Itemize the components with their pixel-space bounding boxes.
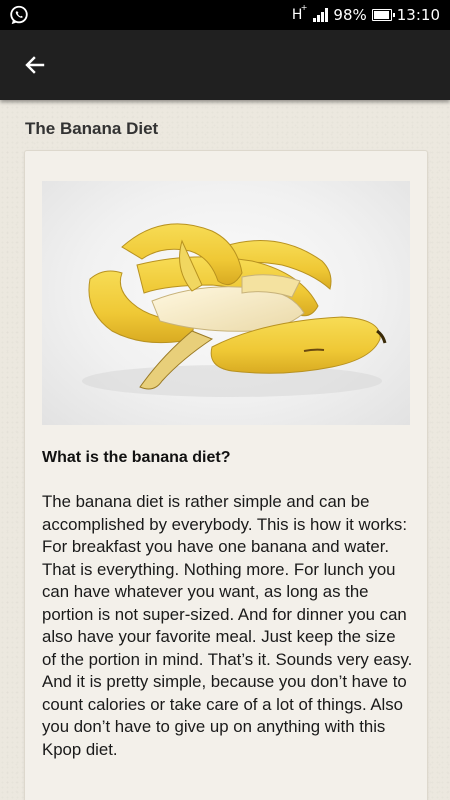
article-card: What is the banana diet? The banana diet… (24, 150, 428, 800)
clock: 13:10 (396, 6, 440, 24)
arrow-left-icon (25, 56, 45, 74)
signal-icon (313, 8, 329, 22)
status-bar: H + 98% 13:10 (0, 0, 450, 30)
bananas-photo (42, 181, 410, 425)
bananas-illustration (82, 223, 387, 397)
back-button[interactable] (14, 44, 56, 86)
page-title: The Banana Diet (25, 119, 159, 138)
battery-percent: 98% (333, 6, 367, 24)
whatsapp-icon (10, 5, 28, 25)
network-type: H + (292, 3, 308, 23)
network-type-sup: + (300, 3, 308, 12)
battery-fill (373, 11, 389, 19)
article-body: The banana diet is rather simple and can… (42, 492, 413, 759)
section-heading: What is the banana diet? (42, 449, 231, 466)
app-toolbar (0, 30, 450, 100)
battery-icon (371, 9, 395, 21)
